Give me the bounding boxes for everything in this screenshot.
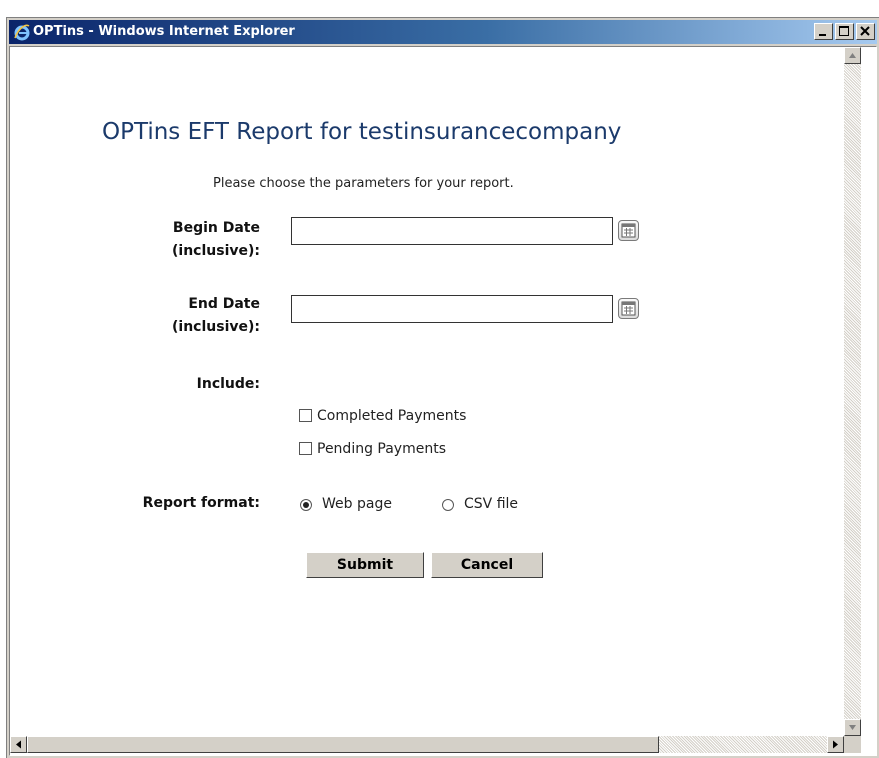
include-label: Include: [196,376,260,392]
horizontal-scrollbar[interactable] [10,736,844,753]
arrow-up-icon [849,53,856,58]
cancel-button[interactable]: Cancel [431,552,543,578]
pending-payments-label[interactable]: Pending Payments [317,441,446,457]
pending-payments-checkbox[interactable] [299,442,312,455]
minimize-icon [819,34,826,36]
web-page-label[interactable]: Web page [322,496,392,512]
close-button[interactable] [856,23,875,40]
maximize-icon [839,26,849,36]
csv-file-label[interactable]: CSV file [464,496,518,512]
completed-payments-checkbox[interactable] [299,409,312,422]
web-page-radio[interactable] [300,499,312,511]
arrow-right-icon [833,740,838,749]
csv-file-radio[interactable] [442,499,454,511]
arrow-down-icon [849,725,856,730]
end-date-label: End Date (inclusive): [172,296,260,335]
end-date-calendar-button[interactable] [618,298,639,319]
vertical-scrollbar[interactable] [844,47,861,736]
scroll-right-button[interactable] [827,736,844,753]
scroll-down-button[interactable] [844,719,861,736]
horizontal-scroll-thumb[interactable] [27,736,659,753]
scrollbar-corner [844,736,861,753]
scroll-up-button[interactable] [844,47,861,64]
page-subtitle: Please choose the parameters for your re… [213,176,514,191]
begin-date-input[interactable] [291,217,613,245]
page-content: OPTins EFT Report for testinsurancecompa… [10,47,844,736]
calendar-icon [621,301,636,316]
end-date-input[interactable] [291,295,613,323]
close-icon [860,26,870,36]
browser-viewport: OPTins EFT Report for testinsurancecompa… [9,46,877,756]
scroll-left-button[interactable] [10,736,27,753]
window-title: OPTins - Windows Internet Explorer [33,24,295,39]
calendar-icon [621,223,636,238]
arrow-left-icon [16,740,21,749]
begin-date-label: Begin Date (inclusive): [172,220,260,259]
ie-window: OPTins - Windows Internet Explorer OPTin… [6,17,879,758]
begin-date-calendar-button[interactable] [618,220,639,241]
title-bar[interactable]: OPTins - Windows Internet Explorer [9,20,877,44]
submit-button[interactable]: Submit [306,552,424,578]
internet-explorer-icon [14,24,30,41]
minimize-button[interactable] [814,23,833,40]
report-format-label: Report format: [142,495,260,511]
completed-payments-label[interactable]: Completed Payments [317,408,466,424]
maximize-button[interactable] [835,23,854,40]
page-title: OPTins EFT Report for testinsurancecompa… [102,119,622,145]
